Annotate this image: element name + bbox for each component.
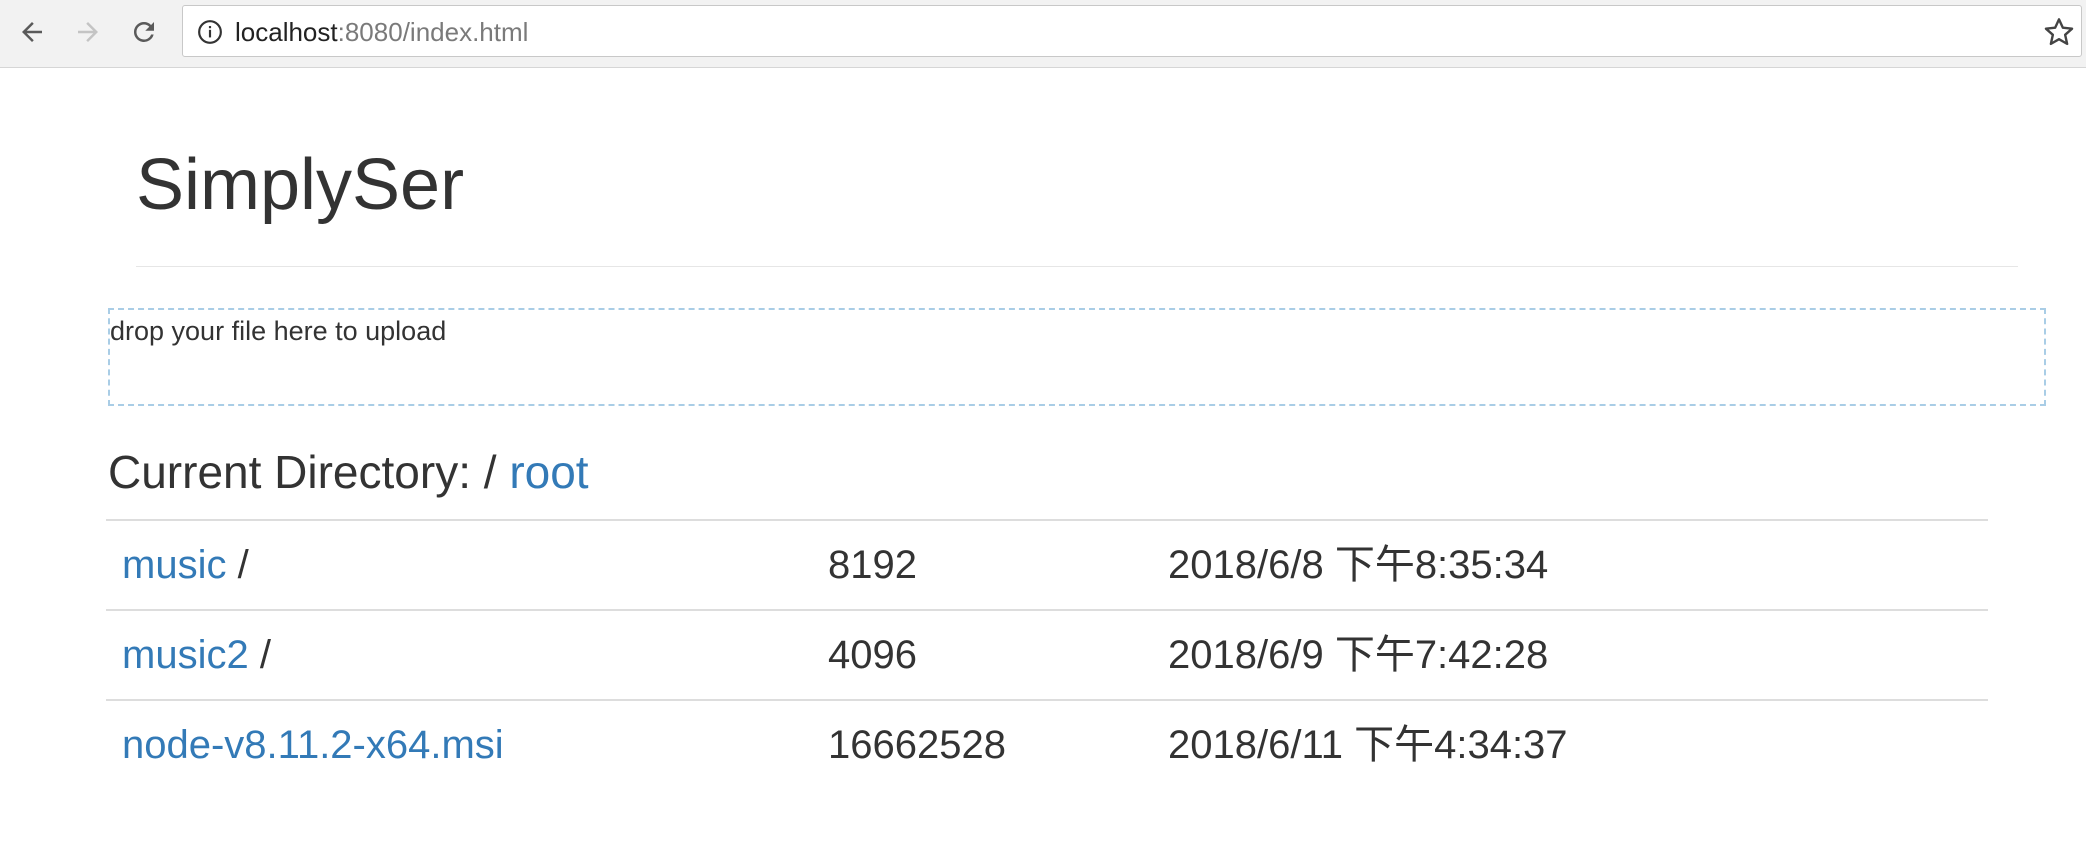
file-link[interactable]: music2 bbox=[122, 633, 249, 677]
file-size: 4096 bbox=[812, 609, 1152, 700]
file-table: music / 8192 2018/6/8 下午8:35:34 music2 /… bbox=[106, 519, 1988, 789]
star-icon[interactable] bbox=[2043, 16, 2075, 48]
forward-button[interactable] bbox=[66, 10, 110, 54]
reload-icon bbox=[133, 21, 154, 42]
url-text[interactable]: localhost:8080/index.html bbox=[235, 16, 528, 48]
table-row: music / 8192 2018/6/8 下午8:35:34 bbox=[106, 519, 1988, 610]
browser-toolbar: localhost:8080/index.html bbox=[0, 0, 2086, 68]
current-directory-heading: Current Directory: / root bbox=[108, 444, 589, 500]
dir-separator: / bbox=[259, 633, 271, 677]
file-size: 8192 bbox=[812, 519, 1152, 610]
reload-button[interactable] bbox=[122, 10, 166, 54]
file-date: 2018/6/8 下午8:35:34 bbox=[1152, 519, 1988, 610]
file-size: 16662528 bbox=[812, 699, 1152, 789]
drop-zone-text: drop your file here to upload bbox=[110, 316, 447, 346]
back-arrow-icon bbox=[22, 22, 42, 42]
current-directory-label: Current Directory: / bbox=[108, 446, 510, 498]
file-date: 2018/6/9 下午7:42:28 bbox=[1152, 609, 1988, 700]
info-icon[interactable] bbox=[197, 19, 223, 45]
upload-drop-zone[interactable]: drop your file here to upload bbox=[108, 308, 2046, 406]
page-title: SimplySer bbox=[136, 145, 465, 225]
url-host: localhost bbox=[235, 17, 338, 47]
file-name-cell: music2 / bbox=[106, 609, 812, 700]
dir-separator: / bbox=[237, 543, 249, 587]
file-link[interactable]: node-v8.11.2-x64.msi bbox=[122, 723, 504, 767]
file-name-cell: node-v8.11.2-x64.msi bbox=[106, 699, 812, 789]
file-link[interactable]: music bbox=[122, 543, 226, 587]
forward-arrow-icon bbox=[78, 22, 98, 42]
back-button[interactable] bbox=[10, 10, 54, 54]
table-row: node-v8.11.2-x64.msi 16662528 2018/6/11 … bbox=[106, 699, 1988, 789]
title-divider bbox=[136, 266, 2018, 267]
url-path: :8080/index.html bbox=[337, 17, 529, 47]
breadcrumb-root-link[interactable]: root bbox=[509, 446, 588, 498]
address-bar[interactable]: localhost:8080/index.html bbox=[182, 5, 2082, 57]
table-row: music2 / 4096 2018/6/9 下午7:42:28 bbox=[106, 609, 1988, 700]
file-name-cell: music / bbox=[106, 519, 812, 610]
file-date: 2018/6/11 下午4:34:37 bbox=[1152, 699, 1988, 789]
